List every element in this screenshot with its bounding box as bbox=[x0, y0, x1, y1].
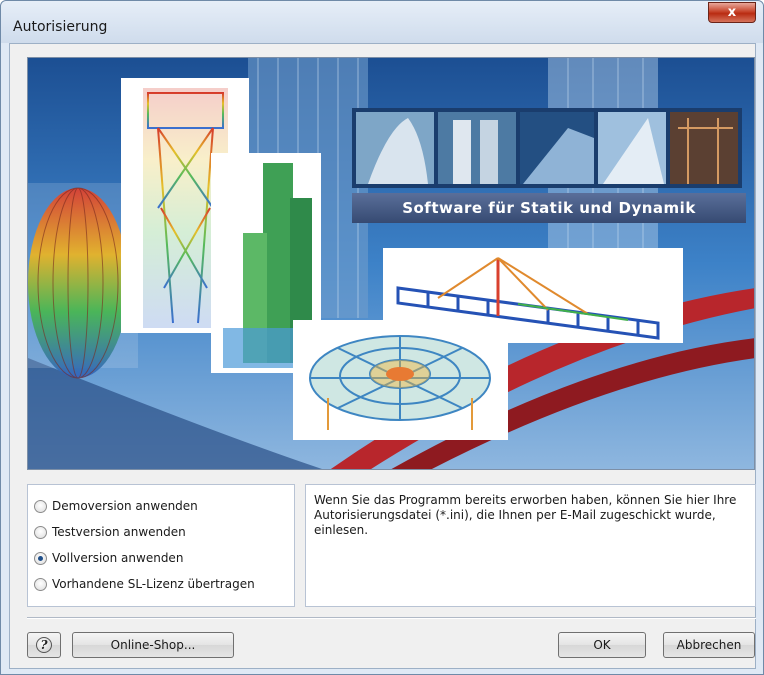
option-transfer[interactable]: Vorhandene SL-Lizenz übertragen bbox=[34, 575, 255, 593]
option-demo[interactable]: Demoversion anwenden bbox=[34, 497, 198, 515]
title-bar[interactable]: Autorisierung x bbox=[1, 1, 763, 43]
radio-demo[interactable] bbox=[34, 499, 47, 513]
option-test-label: Testversion anwenden bbox=[52, 525, 186, 539]
dialog-body: Software für Statik und Dynamik Demovers… bbox=[9, 43, 756, 669]
option-transfer-label: Vorhandene SL-Lizenz übertragen bbox=[52, 577, 255, 591]
help-button[interactable]: ? bbox=[27, 632, 61, 658]
window-title: Autorisierung bbox=[13, 19, 108, 35]
separator bbox=[27, 617, 756, 619]
banner-image: Software für Statik und Dynamik bbox=[27, 57, 755, 470]
radio-transfer[interactable] bbox=[34, 577, 47, 591]
option-test[interactable]: Testversion anwenden bbox=[34, 523, 186, 541]
close-button[interactable]: x bbox=[708, 2, 756, 23]
info-panel: Wenn Sie das Programm bereits erworben h… bbox=[305, 484, 756, 607]
version-options-panel: Demoversion anwenden Testversion anwende… bbox=[27, 484, 295, 607]
help-icon: ? bbox=[36, 637, 52, 653]
radio-test[interactable] bbox=[34, 525, 47, 539]
banner-graphic bbox=[28, 58, 754, 469]
close-icon: x bbox=[727, 5, 737, 20]
radio-full[interactable] bbox=[34, 551, 47, 565]
online-shop-button[interactable]: Online-Shop... bbox=[72, 632, 234, 658]
ok-button[interactable]: OK bbox=[558, 632, 646, 658]
banner-caption: Software für Statik und Dynamik bbox=[402, 199, 696, 217]
dialog-window: Autorisierung x Software für Statik und … bbox=[0, 0, 764, 675]
option-demo-label: Demoversion anwenden bbox=[52, 499, 198, 513]
cancel-button[interactable]: Abbrechen bbox=[663, 632, 755, 658]
option-full-label: Vollversion anwenden bbox=[52, 551, 184, 565]
option-full[interactable]: Vollversion anwenden bbox=[34, 549, 183, 567]
info-text: Wenn Sie das Programm bereits erworben h… bbox=[314, 493, 737, 537]
